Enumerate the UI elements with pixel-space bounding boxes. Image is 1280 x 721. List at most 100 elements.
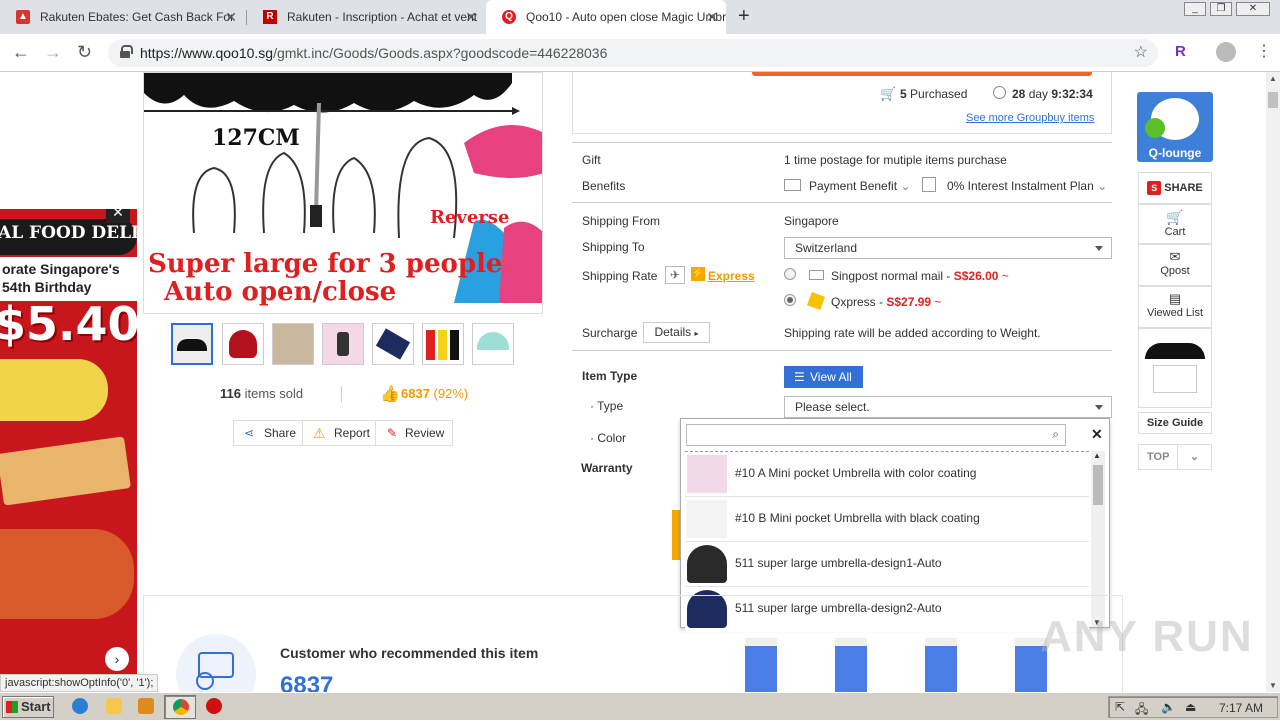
promo-ad-banner[interactable]: AL FOOD DELIGHTS orate Singapore's 54th … bbox=[0, 209, 137, 674]
ie-icon[interactable] bbox=[72, 698, 88, 714]
close-window-button[interactable]: ✕ bbox=[1236, 2, 1270, 16]
pencil-icon: ✎ bbox=[387, 426, 398, 440]
qxpress-option[interactable]: Qxpress - S$27.99 ~ bbox=[831, 295, 941, 309]
tab-title: Rakuten - Inscription - Achat et vent bbox=[287, 10, 478, 24]
installment-dropdown[interactable]: 0% Interest Instalment Plan ⌄ bbox=[947, 179, 1107, 193]
size-guide-button[interactable]: Size Guide bbox=[1138, 412, 1212, 434]
close-tab-icon[interactable]: ✕ bbox=[706, 0, 718, 34]
main-product-image[interactable]: 127CM Reverse Super large for 3 people A… bbox=[143, 72, 543, 314]
close-dropdown-icon[interactable]: ✕ bbox=[1091, 426, 1103, 443]
groupbuy-box bbox=[572, 72, 1112, 134]
page-scrollbar[interactable]: ▲ ▼ bbox=[1266, 72, 1280, 692]
viewed-item-thumbnail[interactable] bbox=[1138, 328, 1212, 408]
likes-count[interactable]: 6837 (92%) bbox=[401, 386, 468, 401]
dropdown-option[interactable]: #10 B Mini pocket Umbrella with black co… bbox=[685, 497, 1089, 542]
benefits-label: Benefits bbox=[582, 179, 626, 193]
menu-kebab-icon[interactable]: ⋮ bbox=[1256, 41, 1272, 61]
qpost-sidebar-button[interactable]: ✉ Qpost bbox=[1138, 244, 1212, 286]
card-icon bbox=[784, 179, 801, 191]
chevron-down-icon[interactable]: ⌄ bbox=[1177, 445, 1211, 469]
share-icon: ⋖ bbox=[244, 426, 255, 440]
thumbnail-3[interactable] bbox=[272, 323, 314, 365]
reload-icon[interactable]: ↻ bbox=[77, 42, 92, 63]
pastry-image bbox=[0, 436, 131, 506]
lock-icon bbox=[120, 45, 133, 58]
view-all-button[interactable]: ☰ View All bbox=[784, 366, 863, 388]
qxpress-radio[interactable] bbox=[784, 294, 796, 306]
singpost-option[interactable]: Singpost normal mail - S$26.00 ~ bbox=[831, 269, 1009, 283]
new-tab-button[interactable]: + bbox=[738, 5, 750, 28]
search-icon: ⌕ bbox=[1052, 427, 1059, 441]
opera-icon[interactable] bbox=[206, 698, 222, 714]
url-field[interactable]: https://www.qoo10.sg/gmkt.inc/Goods/Good… bbox=[108, 39, 1158, 67]
see-more-groupbuy-link[interactable]: See more Groupbuy items bbox=[966, 112, 1094, 124]
surcharge-label: Surcharge bbox=[582, 326, 638, 340]
gift-label: Gift bbox=[582, 153, 601, 167]
tab-title: Rakuten Ebates: Get Cash Back For bbox=[40, 10, 235, 24]
items-sold: 116 items sold bbox=[220, 386, 304, 401]
express-lightning-icon: ⚡ bbox=[691, 267, 705, 281]
close-tab-icon[interactable]: ✕ bbox=[225, 0, 237, 34]
express-link[interactable]: Express bbox=[708, 269, 755, 283]
recommend-title: Customer who recommended this item bbox=[280, 645, 539, 661]
usb-icon[interactable]: ⏏ bbox=[1185, 700, 1196, 714]
viewed-list-button[interactable]: ▤ Viewed List bbox=[1138, 286, 1212, 328]
cart-sidebar-button[interactable]: 🛒 Cart bbox=[1138, 204, 1212, 244]
thumbnail-5[interactable] bbox=[372, 323, 414, 365]
payment-benefit-dropdown[interactable]: Payment Benefit ⌄ bbox=[809, 179, 910, 193]
shipping-to-select[interactable]: Switzerland bbox=[784, 237, 1112, 259]
thumbnail-4[interactable] bbox=[322, 323, 364, 365]
dropdown-search-input[interactable]: ⌕ bbox=[686, 424, 1066, 446]
volume-icon[interactable]: 🔈 bbox=[1161, 700, 1176, 714]
chrome-taskbar-button[interactable] bbox=[164, 695, 196, 719]
top-button[interactable]: TOP ⌄ bbox=[1138, 444, 1212, 470]
details-button[interactable]: Details ▸ bbox=[643, 322, 710, 343]
buy-button-edge[interactable] bbox=[752, 72, 1092, 76]
tab-qoo10[interactable]: Q Qoo10 - Auto open close Magic Umbr ✕ bbox=[486, 0, 726, 34]
maximize-button[interactable]: ❐ bbox=[1210, 2, 1232, 16]
folder-icon[interactable] bbox=[106, 698, 122, 714]
mail-icon bbox=[809, 270, 824, 280]
tab-bar: ▲ Rakuten Ebates: Get Cash Back For ✕ R … bbox=[0, 0, 1280, 34]
report-button[interactable]: ⚠ Report bbox=[304, 421, 376, 445]
back-arrow-icon[interactable]: ← bbox=[12, 42, 30, 63]
calendar-icon bbox=[922, 177, 936, 192]
rakuten-r-favicon-icon: R bbox=[263, 10, 277, 24]
thumbnail-2[interactable] bbox=[222, 323, 264, 365]
singpost-radio[interactable] bbox=[784, 268, 796, 280]
tray-arrow-icon[interactable]: ⇱ bbox=[1115, 700, 1125, 714]
color-label: · Color bbox=[590, 431, 627, 445]
tab-rakuten-ebates[interactable]: ▲ Rakuten Ebates: Get Cash Back For ✕ bbox=[0, 0, 245, 34]
tab-rakuten-inscription[interactable]: R Rakuten - Inscription - Achat et vent … bbox=[247, 0, 485, 34]
type-select[interactable]: Please select. bbox=[784, 396, 1112, 418]
next-arrow-icon[interactable]: › bbox=[105, 647, 129, 671]
dropdown-option[interactable]: #10 A Mini pocket Umbrella with color co… bbox=[685, 452, 1089, 497]
rakuten-extension-icon[interactable]: R bbox=[1175, 43, 1186, 60]
network-icon[interactable]: 🖧 bbox=[1135, 700, 1148, 721]
media-player-icon[interactable] bbox=[138, 698, 154, 714]
surcharge-note: Shipping rate will be added according to… bbox=[784, 326, 1041, 340]
close-ad-icon[interactable]: ✕ bbox=[106, 209, 130, 223]
cart-icon: 🛒 bbox=[880, 86, 897, 101]
qlounge-button[interactable]: Q-lounge bbox=[1137, 92, 1213, 162]
dropdown-option[interactable]: 511 super large umbrella-design1-Auto bbox=[685, 542, 1089, 587]
minimize-button[interactable]: _ bbox=[1184, 2, 1206, 16]
watermark-logo: ANY RUN bbox=[1040, 612, 1254, 661]
share-button[interactable]: ⋖ Share bbox=[234, 421, 303, 445]
envelope-icon: ✉ bbox=[1169, 249, 1181, 264]
thumbnail-6[interactable] bbox=[422, 323, 464, 365]
start-button[interactable]: Start bbox=[2, 696, 54, 718]
profile-avatar-icon[interactable] bbox=[1216, 42, 1236, 62]
chart-bar bbox=[925, 638, 957, 692]
purchased-count: 5 Purchased bbox=[900, 87, 968, 101]
close-tab-icon[interactable]: ✕ bbox=[465, 0, 477, 34]
review-button[interactable]: ✎ Review bbox=[377, 421, 453, 445]
promo-line2: orate Singapore's bbox=[2, 261, 120, 277]
taskbar: Start ⇱ 🖧 🔈 ⏏ 7:17 AM bbox=[0, 692, 1280, 720]
bookmark-star-icon[interactable]: ☆ bbox=[1134, 42, 1148, 62]
thumbnail-1[interactable] bbox=[171, 323, 213, 365]
thumbnail-7[interactable] bbox=[472, 323, 514, 365]
forward-arrow-icon[interactable]: → bbox=[44, 42, 62, 63]
promo-price: $5.40 bbox=[0, 297, 137, 351]
share-sidebar-button[interactable]: S SHARE bbox=[1138, 172, 1212, 204]
